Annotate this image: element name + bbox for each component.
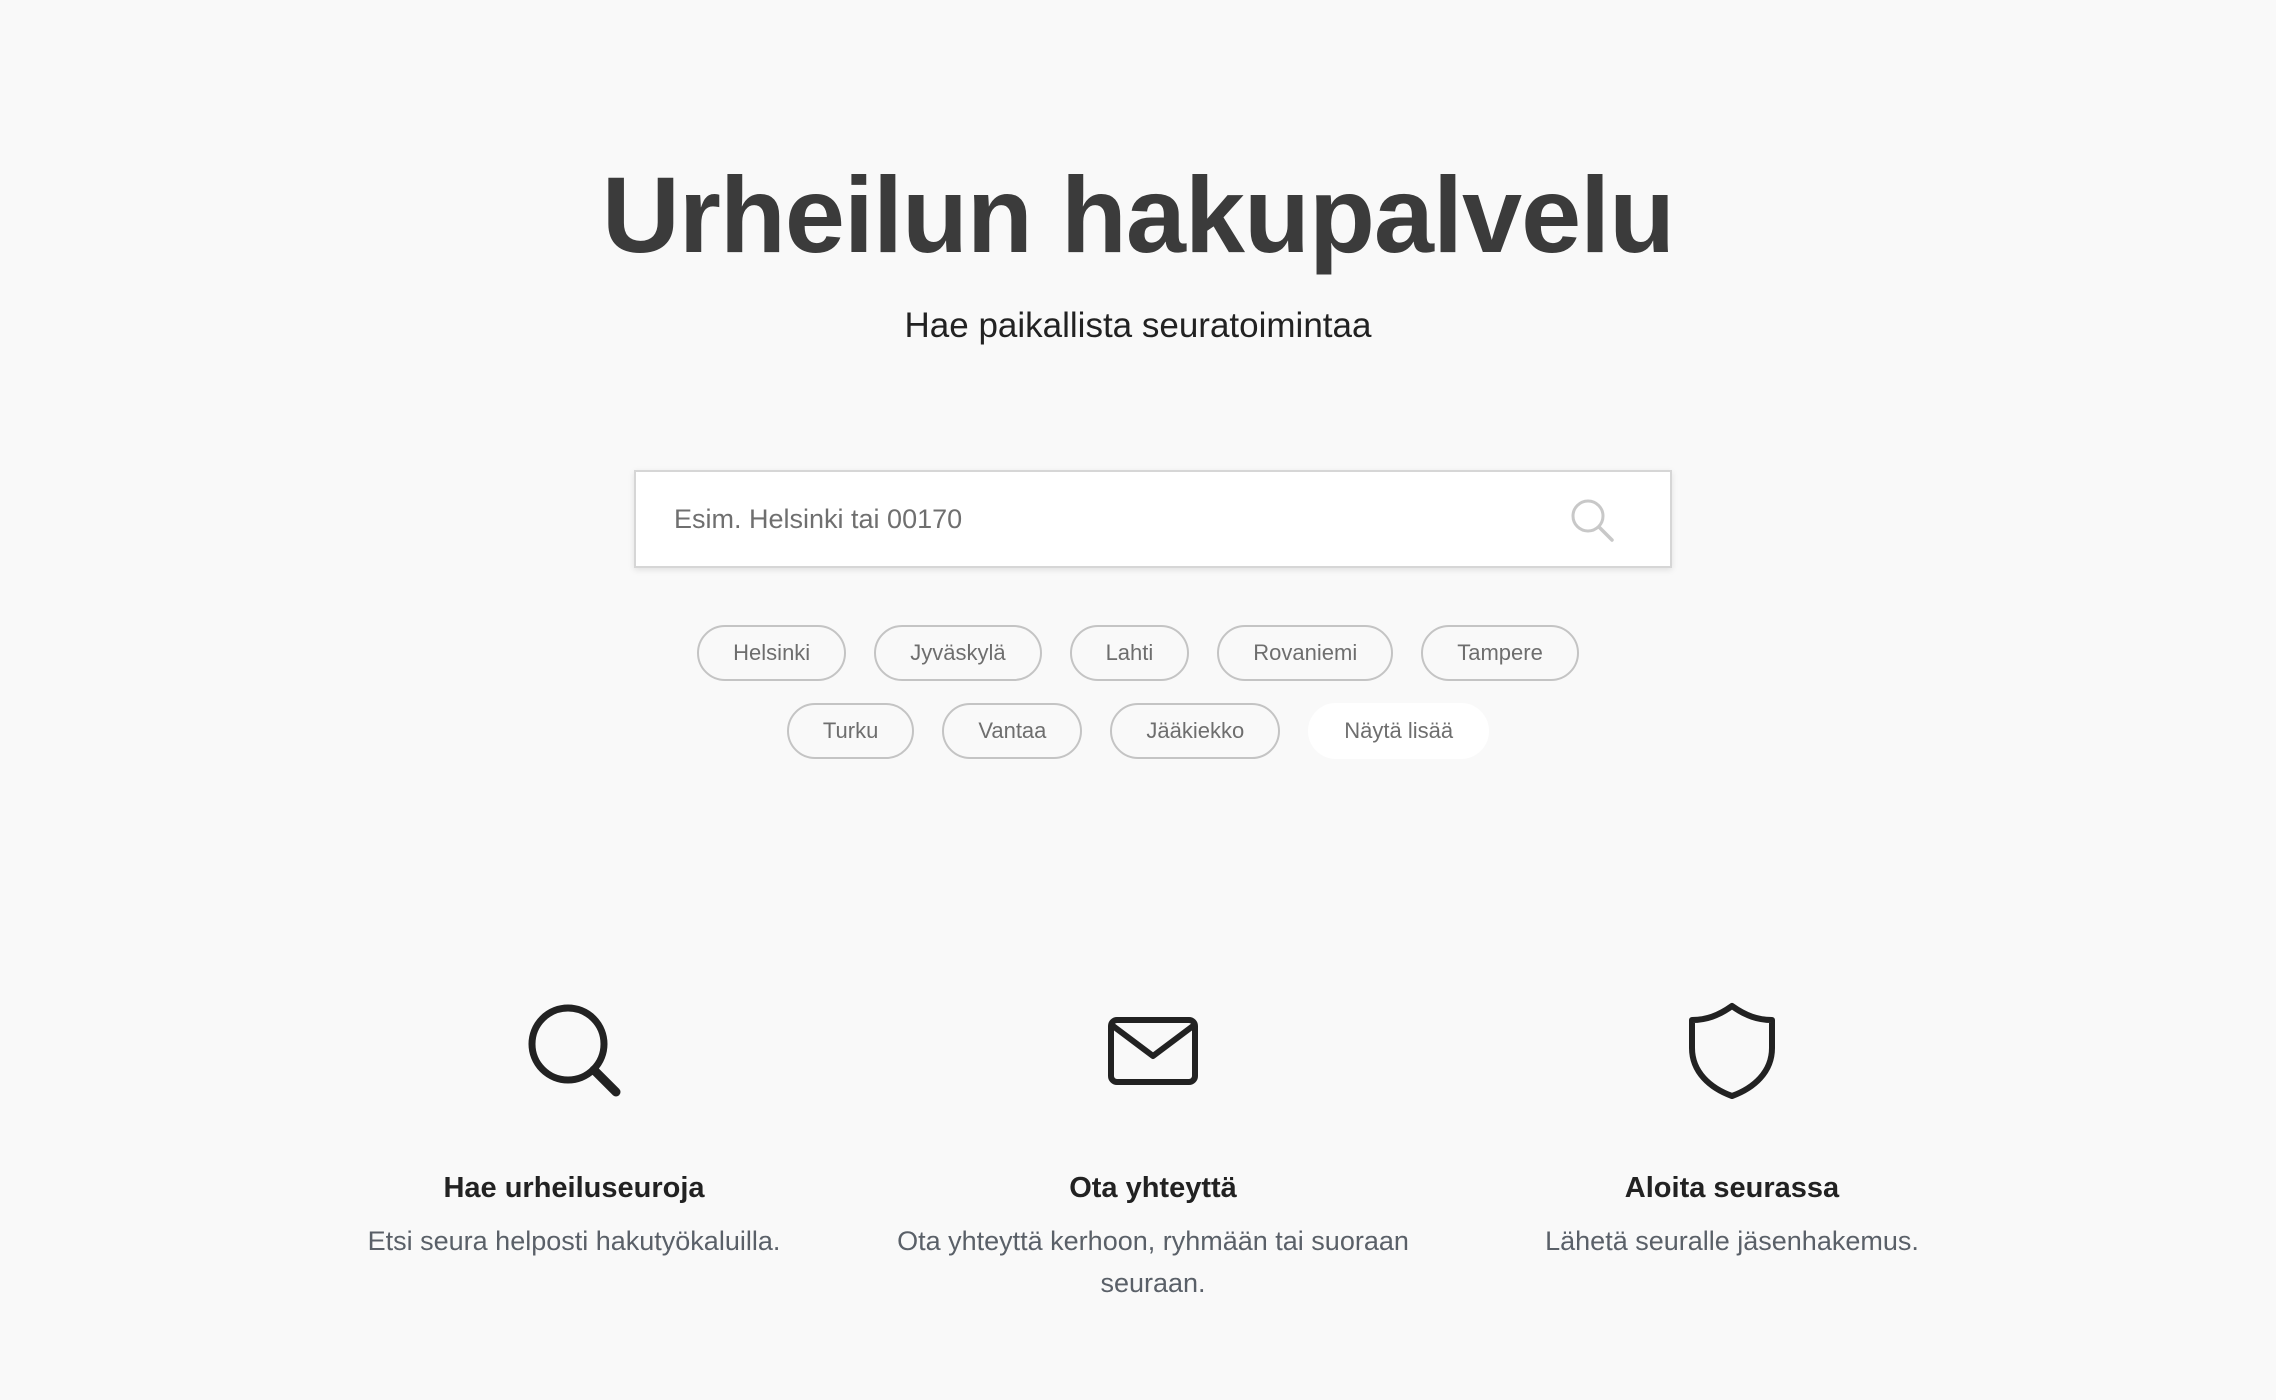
feature-title: Aloita seurassa	[1624, 1172, 1840, 1204]
quick-filter-chip[interactable]: Tampere	[1421, 625, 1579, 681]
feature-text: Etsi seura helposti hakutyökaluilla.	[367, 1226, 781, 1256]
feature-search: Hae urheiluseuroja Etsi seura helposti h…	[314, 1000, 834, 1256]
show-more-button[interactable]: Näytä lisää	[1308, 703, 1490, 759]
page-subtitle: Hae paikallista seuratoimintaa	[904, 306, 1372, 345]
feature-text: Ota yhteyttä kerhoon, ryhmään tai suoraa…	[897, 1226, 1409, 1298]
quick-filter-chip[interactable]: Helsinki	[697, 625, 847, 681]
quick-filter-row: Helsinki Jyväskylä Lahti Rovaniemi Tampe…	[0, 625, 2276, 681]
envelope-icon	[1108, 1017, 1198, 1085]
feature-text: Lähetä seuralle jäsenhakemus.	[1545, 1226, 1919, 1256]
feature-join: Aloita seurassa Lähetä seuralle jäsenhak…	[1472, 1000, 1992, 1256]
page-title: Urheilun hakupalvelu	[601, 154, 1675, 275]
feature-contact: Ota yhteyttä Ota yhteyttä kerhoon, ryhmä…	[893, 1000, 1413, 1298]
search-button[interactable]	[1568, 496, 1616, 544]
quick-filter-chip[interactable]: Rovaniemi	[1217, 625, 1394, 681]
shield-icon	[1689, 1003, 1775, 1099]
quick-filter-chip[interactable]: Lahti	[1069, 625, 1190, 681]
search-box	[634, 470, 1672, 568]
quick-filter-chip[interactable]: Jyväskylä	[874, 625, 1042, 681]
search-icon	[1571, 499, 1614, 542]
quick-filter-chip[interactable]: Jääkiekko	[1110, 703, 1281, 759]
feature-title: Hae urheiluseuroja	[443, 1172, 705, 1204]
feature-title: Ota yhteyttä	[1069, 1172, 1237, 1204]
quick-filter-chip[interactable]: Turku	[786, 703, 915, 759]
search-input[interactable]	[674, 472, 1534, 566]
search-icon	[528, 1004, 621, 1097]
quick-filter-chip[interactable]: Vantaa	[942, 703, 1083, 759]
quick-filter-row: Turku Vantaa Jääkiekko Näytä lisää	[0, 703, 2276, 759]
